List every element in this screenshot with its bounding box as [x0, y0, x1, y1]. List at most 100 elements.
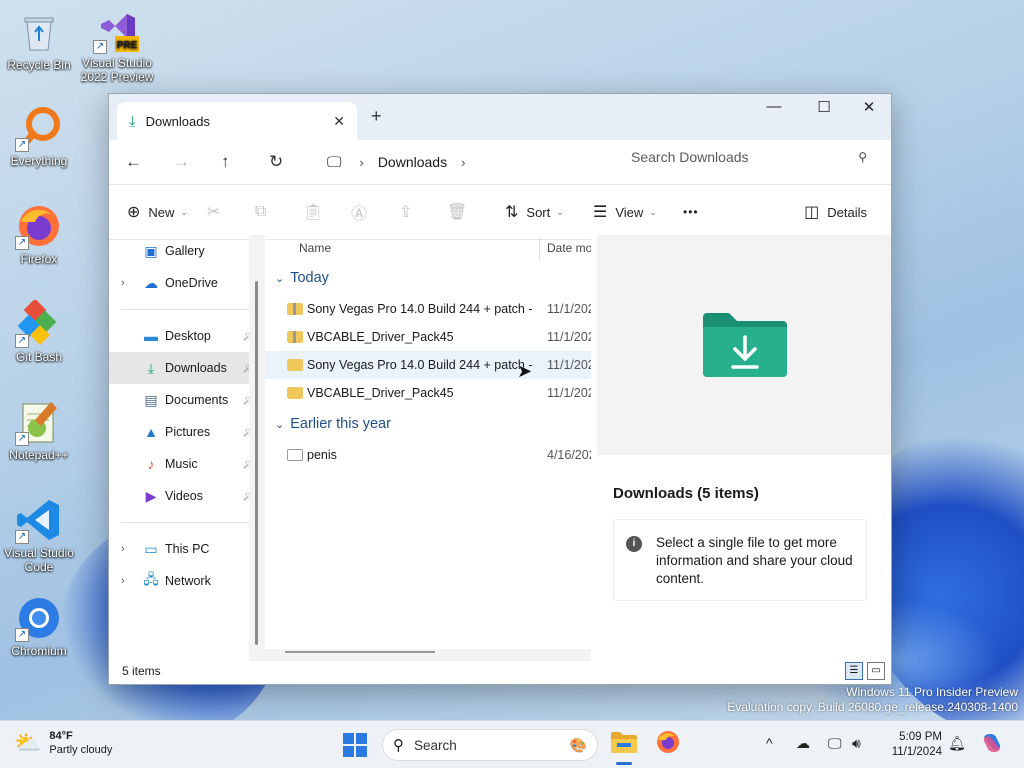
- sidebar-item-gallery[interactable]: ▣ Gallery: [109, 235, 259, 267]
- os-watermark: Windows 11 Pro Insider Preview Evaluatio…: [727, 685, 1018, 715]
- horizontal-scrollbar[interactable]: [285, 651, 435, 653]
- maximize-button[interactable]: ☐: [801, 98, 847, 116]
- chevron-right-icon[interactable]: ›: [121, 277, 125, 289]
- clock[interactable]: 5:09 PM 11/1/2024: [884, 730, 942, 760]
- desktop-icon-label: Visual Studio Code: [4, 546, 74, 574]
- file-row[interactable]: VBCABLE_Driver_Pack45 11/1/202: [265, 323, 591, 351]
- folder-icon: [287, 359, 303, 371]
- sort-icon: ⇅: [505, 204, 519, 221]
- taskbar-app-file-explorer[interactable]: [606, 727, 642, 765]
- tab-downloads[interactable]: ⤓ Downloads ✕: [117, 102, 357, 140]
- copy-button[interactable]: ⧉: [255, 203, 303, 221]
- view-button[interactable]: ☰ View ⌄: [593, 202, 683, 222]
- weather-temp: 84°F: [49, 730, 73, 742]
- back-button[interactable]: ←: [125, 152, 173, 172]
- weather-widget[interactable]: ⛅ 84°F Partly cloudy: [14, 729, 112, 757]
- sidebar-item-this-pc[interactable]: › ▭ This PC: [109, 533, 259, 565]
- display-icon[interactable]: 🖵: [828, 735, 842, 752]
- tiles-view-icon[interactable]: ▭: [867, 662, 885, 680]
- partly-cloudy-icon: ⛅: [14, 730, 42, 755]
- desktop-icon-firefox[interactable]: ↗ Firefox: [0, 202, 78, 266]
- notification-bell-icon[interactable]: 🔔︎: [948, 735, 966, 752]
- copy-icon: ⧉: [255, 203, 267, 220]
- search-icon: ⚲: [393, 737, 404, 754]
- file-date: 11/1/202: [547, 330, 591, 344]
- taskbar-search[interactable]: ⚲ Search 🎨: [382, 729, 598, 761]
- windows-logo-tile: [356, 746, 367, 757]
- sidebar-scrollbar[interactable]: [255, 281, 258, 645]
- chevron-right-icon[interactable]: ›: [461, 155, 465, 170]
- watermark-line: Evaluation copy. Build 26080.ge_release.…: [727, 700, 1018, 714]
- sidebar-item-label: Videos: [165, 489, 203, 503]
- sidebar-item-videos[interactable]: ▶ Videos 📌︎: [109, 480, 259, 512]
- chevron-right-icon[interactable]: ›: [121, 575, 125, 587]
- sort-button[interactable]: ⇅ Sort ⌄: [505, 202, 593, 222]
- cloud-offline-icon[interactable]: ☁: [796, 735, 810, 752]
- column-date-modified[interactable]: Date mo: [547, 241, 591, 255]
- show-hidden-icons-chevron-up-icon[interactable]: ^: [766, 735, 773, 751]
- more-options-button[interactable]: •••: [683, 205, 699, 219]
- delete-button[interactable]: 🗑︎: [447, 202, 495, 222]
- details-message: Select a single file to get more informa…: [656, 535, 853, 586]
- sidebar-item-pictures[interactable]: ▲ Pictures 📌︎: [109, 416, 259, 448]
- sidebar-item-desktop[interactable]: ▬ Desktop 📌︎: [109, 320, 259, 352]
- view-lines-icon: ☰: [593, 204, 608, 221]
- sidebar-item-documents[interactable]: ▤ Documents 📌︎: [109, 384, 259, 416]
- desktop-icon-recycle-bin[interactable]: Recycle Bin: [0, 8, 78, 72]
- breadcrumb-downloads[interactable]: Downloads: [378, 154, 447, 170]
- file-row[interactable]: Sony Vegas Pro 14.0 Build 244 + patch - …: [265, 351, 591, 379]
- close-window-button[interactable]: ✕: [846, 98, 892, 116]
- search-input[interactable]: Search Downloads ⚲: [617, 141, 881, 173]
- sidebar-item-network[interactable]: › 🖧︎ Network: [109, 565, 259, 597]
- up-button[interactable]: ↑: [221, 152, 269, 172]
- group-header-today[interactable]: ⌄ Today: [265, 261, 591, 295]
- info-icon: i: [626, 536, 642, 552]
- sidebar-item-downloads[interactable]: ⤓ Downloads 📌︎: [109, 352, 259, 384]
- chevron-right-icon[interactable]: ›: [121, 543, 125, 555]
- refresh-button[interactable]: ↻: [269, 152, 317, 172]
- command-bar: ⊕ New ⌄ ✂ ⧉ 📋︎ Ⓐ ⇪ 🗑︎ ⇅ Sort ⌄ ☰ View ⌄ …: [109, 185, 891, 240]
- volume-icon[interactable]: 🔊︎: [852, 735, 861, 752]
- desktop-icon-git-bash[interactable]: ↗ Git Bash: [0, 298, 78, 364]
- new-button[interactable]: ⊕ New ⌄: [127, 202, 207, 222]
- column-name[interactable]: Name: [299, 241, 331, 255]
- share-button[interactable]: ⇪: [399, 202, 447, 222]
- rename-button[interactable]: Ⓐ: [351, 200, 399, 224]
- chevron-right-icon[interactable]: ›: [359, 155, 363, 170]
- desktop-icon-label: Git Bash: [15, 350, 63, 364]
- desktop-icon-notepad-plus-plus[interactable]: ↗ Notepad++: [0, 398, 78, 462]
- file-row[interactable]: Sony Vegas Pro 14.0 Build 244 + patch - …: [265, 295, 591, 323]
- watermark-line: Windows 11 Pro Insider Preview: [846, 685, 1018, 699]
- minimize-button[interactable]: —: [751, 98, 797, 115]
- paste-button[interactable]: 📋︎: [303, 202, 351, 222]
- sidebar-item-label: Desktop: [165, 329, 211, 343]
- column-divider[interactable]: [539, 237, 540, 261]
- sidebar-item-onedrive[interactable]: › ☁ OneDrive: [109, 267, 259, 299]
- clock-date: 11/1/2024: [891, 746, 942, 758]
- plus-circle-icon: ⊕: [127, 204, 141, 221]
- desktop-icon-label: Visual Studio 2022 Preview: [80, 56, 154, 84]
- desktop-icon-everything[interactable]: ↗ Everything: [0, 104, 78, 168]
- firefox-icon: [656, 730, 680, 760]
- cut-button[interactable]: ✂: [207, 202, 255, 222]
- forward-button[interactable]: →: [173, 152, 221, 172]
- file-row[interactable]: VBCABLE_Driver_Pack45 11/1/202: [265, 379, 591, 407]
- details-view-icon[interactable]: ☰: [845, 662, 863, 680]
- divider: [121, 522, 249, 523]
- start-button[interactable]: [343, 733, 367, 757]
- taskbar-app-firefox[interactable]: [650, 727, 686, 763]
- sidebar-item-music[interactable]: ♪ Music 📌︎: [109, 448, 259, 480]
- desktop-icon-visual-studio[interactable]: PRE ↗ Visual Studio 2022 Preview: [78, 6, 156, 84]
- details-button[interactable]: ◫ Details: [804, 202, 867, 222]
- new-tab-button[interactable]: +: [371, 106, 382, 127]
- group-label: Earlier this year: [290, 416, 391, 432]
- copilot-icon[interactable]: [980, 731, 1004, 761]
- close-tab-icon[interactable]: ✕: [333, 113, 345, 130]
- file-row[interactable]: penis 4/16/202: [265, 441, 591, 469]
- navigation-pane: ▣ Gallery › ☁ OneDrive ▬ Desktop 📌︎ ⤓ Do…: [109, 235, 259, 661]
- desktop-icon-chromium[interactable]: ↗ Chromium: [0, 594, 78, 658]
- desktop-icon-vscode[interactable]: ↗ Visual Studio Code: [0, 496, 78, 574]
- explorer-body: ▣ Gallery › ☁ OneDrive ▬ Desktop 📌︎ ⤓ Do…: [109, 235, 891, 684]
- group-header-earlier-this-year[interactable]: ⌄ Earlier this year: [265, 407, 591, 441]
- desktop-icon-label: Firefox: [20, 252, 58, 266]
